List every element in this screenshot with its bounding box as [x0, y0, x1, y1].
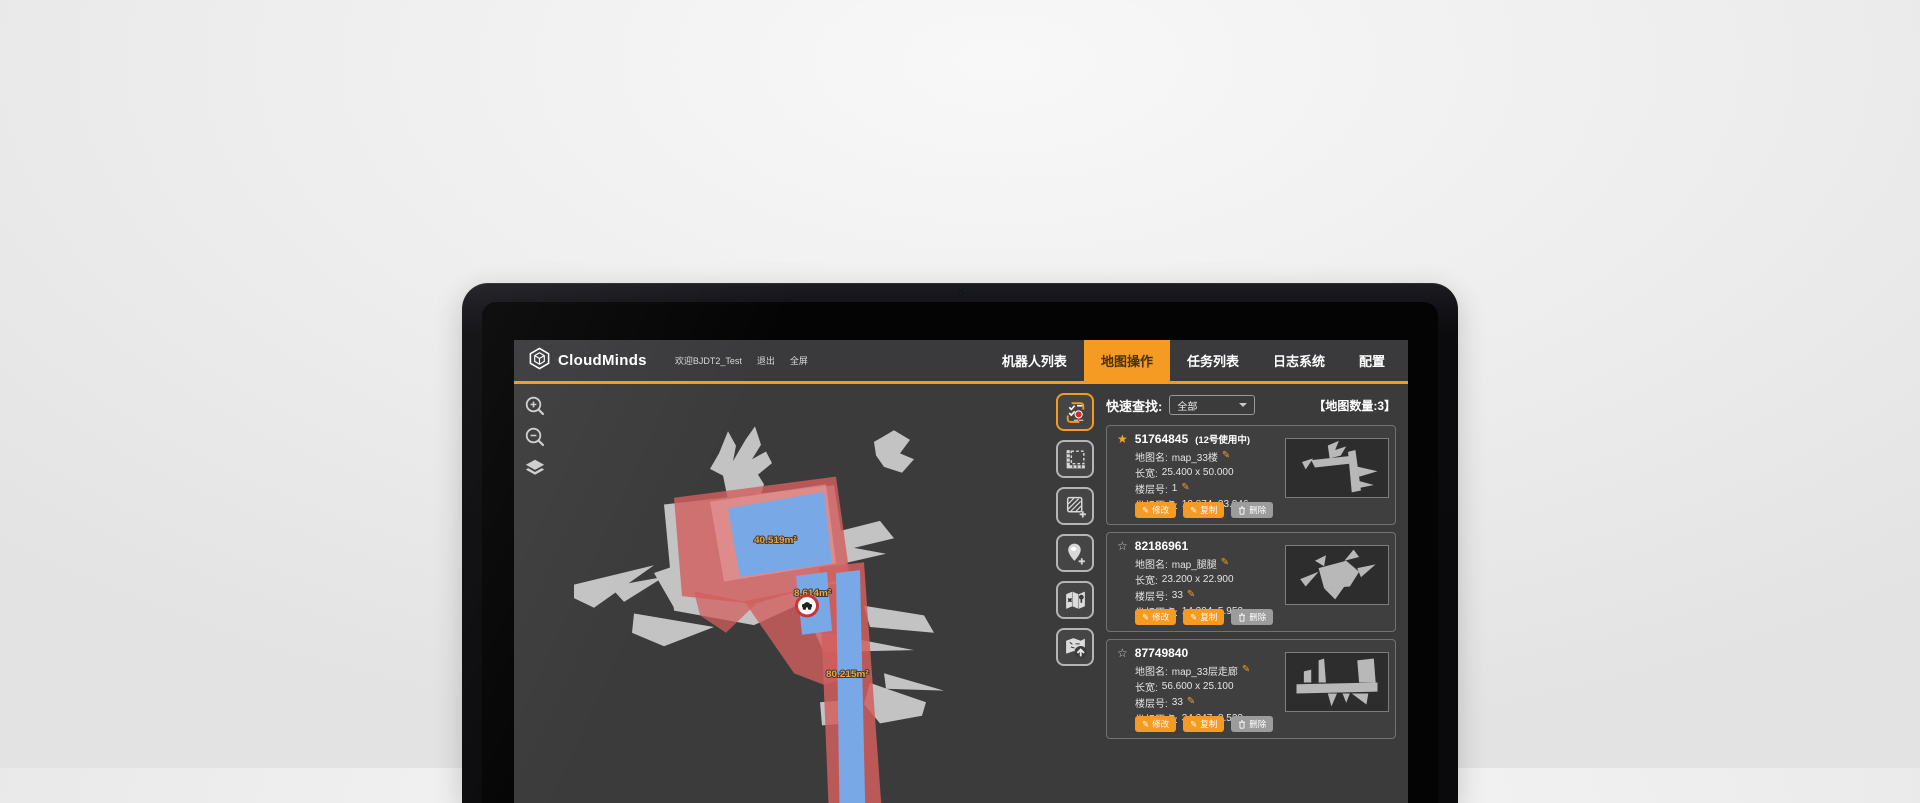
webcam-dot — [958, 291, 963, 296]
map-id: 51764845 — [1135, 432, 1188, 446]
map-filter-select[interactable]: 全部 — [1169, 395, 1255, 415]
size-label: 长宽: — [1135, 465, 1158, 480]
zoom-in-icon[interactable] — [524, 395, 546, 417]
checklist-map-icon[interactable] — [1056, 393, 1094, 431]
map-card[interactable]: ☆ 87749840 地图名: map_33层走廊 ✎ 长宽: 56.600 x 25… — [1106, 639, 1396, 739]
floor-value: 1 — [1172, 483, 1178, 494]
tab-log-system[interactable]: 日志系统 — [1256, 340, 1342, 381]
edit-map-button[interactable]: ✎修改 — [1135, 609, 1176, 625]
user-info: 欢迎BJDT2_Test 退出 全屏 — [675, 340, 808, 381]
edit-pencil-icon[interactable]: ✎ — [1222, 451, 1230, 461]
map-card[interactable]: ★ 51764845 (12号使用中) 地图名: map_33楼 ✎ 长宽: 25.4… — [1106, 425, 1396, 525]
size-label: 长宽: — [1135, 572, 1158, 587]
pencil-icon: ✎ — [1142, 719, 1149, 730]
map-thumbnail — [1285, 438, 1389, 498]
floor-label: 楼层号: — [1135, 588, 1168, 603]
map-card[interactable]: ☆ 82186961 地图名: map_腿腿 ✎ 长宽: 23.200 x 22.90… — [1106, 532, 1396, 632]
quick-search-row: 快速查找: 全部 【地图数量:3】 — [1106, 392, 1396, 418]
map-tool-column — [1048, 384, 1102, 803]
map-name-label: 地图名: — [1135, 556, 1168, 571]
tab-robot-list[interactable]: 机器人列表 — [985, 340, 1084, 381]
map-pin-icon[interactable] — [1056, 581, 1094, 619]
map-name-value: map_33楼 — [1172, 449, 1218, 464]
no-entry-marker-icon[interactable] — [797, 596, 818, 616]
pencil-icon: ✎ — [1142, 505, 1149, 516]
map-name-value: map_腿腿 — [1172, 556, 1217, 571]
map-count-badge: 【地图数量:3】 — [1313, 397, 1396, 414]
floor-value: 33 — [1172, 697, 1183, 708]
favorite-star-icon[interactable]: ★ — [1117, 433, 1128, 445]
size-value: 25.400 x 50.000 — [1162, 467, 1234, 478]
map-upload-icon[interactable] — [1056, 628, 1094, 666]
edit-pencil-icon[interactable]: ✎ — [1221, 558, 1229, 568]
edit-pencil-icon[interactable]: ✎ — [1187, 697, 1195, 707]
pencil-icon: ✎ — [1190, 612, 1197, 623]
brand-logo[interactable]: CloudMinds — [514, 340, 647, 381]
zoom-out-icon[interactable] — [524, 426, 546, 448]
map-id: 87749840 — [1135, 646, 1188, 660]
fullscreen-link[interactable]: 全屏 — [790, 354, 808, 367]
map-filter-value: 全部 — [1177, 398, 1197, 413]
edit-pencil-icon[interactable]: ✎ — [1242, 665, 1250, 675]
add-point-icon[interactable] — [1056, 534, 1094, 572]
floor-label: 楼层号: — [1135, 481, 1168, 496]
chevron-down-icon — [1239, 403, 1247, 407]
edit-map-button[interactable]: ✎修改 — [1135, 716, 1176, 732]
floor-value: 33 — [1172, 590, 1183, 601]
edit-pencil-icon[interactable]: ✎ — [1187, 590, 1195, 600]
floor-map[interactable]: 40.519m² 8.614m² 80.215m² — [514, 384, 1048, 803]
laptop-screen: CloudMinds 欢迎BJDT2_Test 退出 全屏 机器人列表 地图操作… — [482, 302, 1438, 803]
map-list-panel: 快速查找: 全部 【地图数量:3】 ★ 51764845 (12号使用中) — [1102, 384, 1408, 803]
area-label-3: 80.215m² — [826, 669, 870, 680]
brand-name: CloudMinds — [558, 352, 647, 369]
map-name-label: 地图名: — [1135, 663, 1168, 678]
favorite-star-icon[interactable]: ☆ — [1117, 540, 1128, 552]
map-thumbnail — [1285, 545, 1389, 605]
cloudminds-app: CloudMinds 欢迎BJDT2_Test 退出 全屏 机器人列表 地图操作… — [514, 340, 1408, 803]
copy-map-button[interactable]: ✎复制 — [1183, 502, 1224, 518]
trash-icon — [1238, 506, 1246, 515]
layers-icon[interactable] — [524, 457, 546, 479]
tab-task-list[interactable]: 任务列表 — [1170, 340, 1256, 381]
delete-map-button[interactable]: 删除 — [1231, 716, 1273, 732]
map-thumbnail — [1285, 652, 1389, 712]
area-label-1: 40.519m² — [754, 535, 798, 546]
favorite-star-icon[interactable]: ☆ — [1117, 647, 1128, 659]
pencil-icon: ✎ — [1142, 612, 1149, 623]
floor-label: 楼层号: — [1135, 695, 1168, 710]
trash-icon — [1238, 613, 1246, 622]
tab-settings[interactable]: 配置 — [1342, 340, 1402, 381]
measure-area-icon[interactable] — [1056, 440, 1094, 478]
copy-map-button[interactable]: ✎复制 — [1183, 716, 1224, 732]
pencil-icon: ✎ — [1190, 505, 1197, 516]
virtual-wall-add-icon[interactable] — [1056, 487, 1094, 525]
cloudminds-logo-icon — [528, 347, 551, 375]
welcome-text: 欢迎BJDT2_Test — [675, 354, 742, 367]
delete-map-button[interactable]: 删除 — [1231, 502, 1273, 518]
size-label: 长宽: — [1135, 679, 1158, 694]
trash-icon — [1238, 720, 1246, 729]
map-in-use-badge: (12号使用中) — [1195, 432, 1250, 446]
nav-tabs: 机器人列表 地图操作 任务列表 日志系统 配置 — [985, 340, 1408, 381]
app-header: CloudMinds 欢迎BJDT2_Test 退出 全屏 机器人列表 地图操作… — [514, 340, 1408, 384]
edit-pencil-icon[interactable]: ✎ — [1181, 483, 1189, 493]
delete-map-button[interactable]: 删除 — [1231, 609, 1273, 625]
pencil-icon: ✎ — [1190, 719, 1197, 730]
size-value: 23.200 x 22.900 — [1162, 574, 1234, 585]
map-id: 82186961 — [1135, 539, 1188, 553]
size-value: 56.600 x 25.100 — [1162, 681, 1234, 692]
copy-map-button[interactable]: ✎复制 — [1183, 609, 1224, 625]
tab-map-operation[interactable]: 地图操作 — [1084, 340, 1170, 381]
map-canvas[interactable]: 40.519m² 8.614m² 80.215m² — [514, 384, 1048, 803]
map-name-value: map_33层走廊 — [1172, 663, 1238, 678]
app-main: 40.519m² 8.614m² 80.215m² — [514, 384, 1408, 803]
map-name-label: 地图名: — [1135, 449, 1168, 464]
map-zoom-controls — [524, 395, 546, 479]
edit-map-button[interactable]: ✎修改 — [1135, 502, 1176, 518]
quick-search-label: 快速查找: — [1106, 396, 1162, 415]
laptop-mockup: CloudMinds 欢迎BJDT2_Test 退出 全屏 机器人列表 地图操作… — [462, 283, 1458, 803]
logout-link[interactable]: 退出 — [757, 354, 775, 367]
